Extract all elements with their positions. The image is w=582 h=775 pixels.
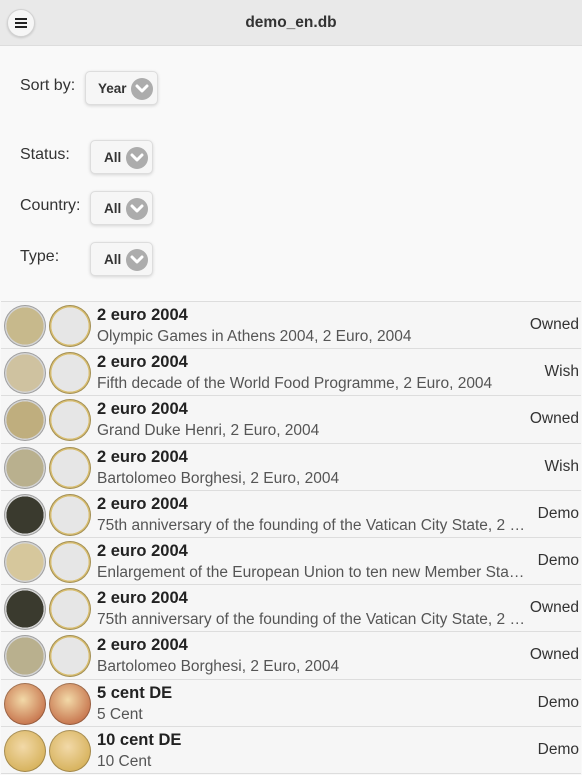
header-bar: demo_en.db (0, 0, 582, 46)
coin-description: 75th anniversary of the founding of the … (97, 611, 527, 629)
coin-back-image (49, 446, 91, 489)
coin-title: 10 cent DE (97, 730, 182, 749)
coin-description: Fifth decade of the World Food Programme… (97, 375, 493, 393)
list-item[interactable]: 2 euro 2004 Olympic Games in Athens 2004… (1, 302, 581, 350)
coin-status: Wish (544, 457, 579, 475)
list-item[interactable]: 2 euro 2004 75th anniversary of the foun… (1, 585, 581, 633)
chevron-down-icon (126, 249, 148, 271)
country-select-value: All (104, 201, 122, 216)
coin-status: Demo (537, 693, 579, 711)
coin-status: Wish (544, 363, 579, 381)
coin-front-image (4, 446, 46, 489)
coin-back-image (49, 399, 91, 442)
status-label: Status: (20, 146, 70, 163)
coin-front-image (4, 635, 46, 678)
coin-back-image (49, 540, 91, 583)
list-item[interactable]: 5 cent DE 5 Cent Demo (1, 679, 581, 727)
coin-back-image (49, 729, 91, 772)
coin-back-image (49, 352, 91, 395)
coin-back-image (49, 635, 91, 678)
coin-front-image (4, 682, 46, 725)
list-item[interactable]: 10 cent DE 10 Cent Demo (1, 726, 581, 774)
country-select[interactable]: All (90, 191, 153, 225)
status-select-value: All (104, 150, 122, 165)
coin-description: Grand Duke Henri, 2 Euro, 2004 (97, 422, 320, 440)
coin-description: 75th anniversary of the founding of the … (97, 516, 527, 534)
page-title: demo_en.db (245, 14, 337, 31)
coin-status: Owned (529, 646, 579, 664)
coin-front-image (4, 540, 46, 583)
coin-description: Bartolomeo Borghesi, 2 Euro, 2004 (97, 469, 340, 487)
coin-status: Owned (529, 410, 579, 428)
coin-description: 5 Cent (97, 705, 143, 723)
coin-title: 2 euro 2004 (97, 447, 188, 466)
chevron-down-icon (126, 198, 148, 220)
coin-front-image (4, 729, 46, 772)
coin-status: Demo (537, 504, 579, 522)
coin-front-image (4, 352, 46, 395)
chevron-down-icon (131, 78, 153, 100)
coin-list: 2 euro 2004 Olympic Games in Athens 2004… (1, 301, 581, 774)
coin-status: Demo (537, 740, 579, 758)
coin-title: 2 euro 2004 (97, 541, 188, 560)
coin-status: Demo (537, 551, 579, 569)
chevron-down-icon (126, 147, 148, 169)
coin-status: Owned (529, 599, 579, 617)
coin-title: 2 euro 2004 (97, 306, 188, 324)
coin-front-image (4, 399, 46, 442)
sort-select[interactable]: Year (85, 71, 158, 105)
coin-title: 2 euro 2004 (97, 636, 188, 655)
coin-title: 5 cent DE (97, 683, 173, 702)
list-item[interactable]: 2 euro 2004 Fifth decade of the World Fo… (1, 349, 581, 397)
list-item[interactable]: 2 euro 2004 Grand Duke Henri, 2 Euro, 20… (1, 396, 581, 444)
sort-select-value: Year (98, 81, 127, 96)
coin-title: 2 euro 2004 (97, 494, 188, 513)
coin-title: 2 euro 2004 (97, 353, 188, 372)
coin-back-image (49, 305, 91, 347)
list-item[interactable]: 2 euro 2004 75th anniversary of the foun… (1, 490, 581, 538)
coin-description: Olympic Games in Athens 2004, 2 Euro, 20… (97, 328, 412, 345)
country-label: Country: (20, 197, 81, 214)
coin-description: Enlargement of the European Union to ten… (97, 563, 527, 581)
coin-status: Owned (529, 316, 579, 333)
coin-front-image (4, 493, 46, 536)
type-select-value: All (104, 252, 122, 267)
list-item[interactable]: 2 euro 2004 Enlargement of the European … (1, 537, 581, 586)
coin-back-image (49, 493, 91, 536)
coin-description: Bartolomeo Borghesi, 2 Euro, 2004 (97, 658, 340, 676)
coin-title: 2 euro 2004 (97, 589, 188, 608)
coin-back-image (49, 682, 91, 725)
status-select[interactable]: All (90, 140, 153, 174)
list-item[interactable]: 2 euro 2004 Bartolomeo Borghesi, 2 Euro,… (1, 443, 581, 491)
coin-back-image (49, 588, 91, 631)
coin-title: 2 euro 2004 (97, 400, 188, 419)
coin-front-image (4, 305, 46, 347)
type-select[interactable]: All (90, 242, 153, 276)
coin-front-image (4, 588, 46, 631)
coin-description: 10 Cent (97, 752, 152, 770)
type-label: Type: (20, 248, 60, 265)
sort-label: Sort by: (20, 77, 76, 94)
list-item[interactable]: 2 euro 2004 Bartolomeo Borghesi, 2 Euro,… (1, 632, 581, 680)
